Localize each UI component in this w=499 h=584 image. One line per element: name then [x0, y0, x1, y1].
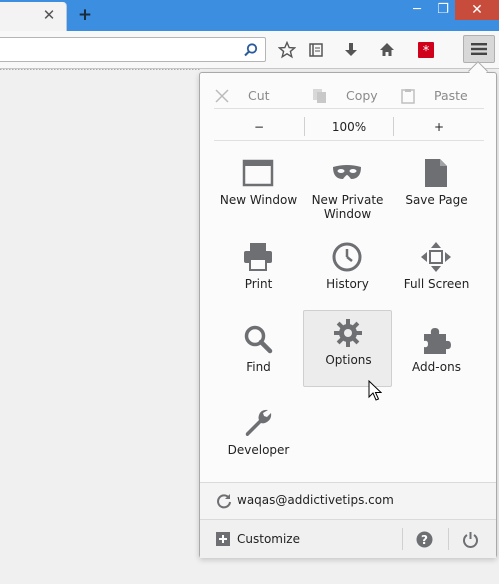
navigation-toolbar: *	[0, 31, 499, 69]
zoom-in-button[interactable]: +	[394, 114, 484, 140]
minimize-button[interactable]: ─	[404, 0, 430, 20]
printer-icon	[244, 243, 272, 271]
mask-icon	[333, 165, 361, 179]
url-bar[interactable]	[0, 37, 266, 62]
home-icon[interactable]	[376, 40, 398, 60]
maximize-button[interactable]: ❐	[430, 0, 456, 20]
tile-label: History	[326, 277, 369, 291]
zoom-reset-button[interactable]: 100%	[305, 114, 393, 140]
svg-text:*: *	[423, 44, 430, 59]
edit-controls: Cut Copy Paste	[214, 83, 484, 109]
tile-label: Save Page	[405, 193, 468, 207]
clock-icon	[332, 242, 362, 272]
new-window-button[interactable]: New Window	[214, 151, 303, 229]
clipboard-icon	[401, 88, 415, 104]
tile-label: Developer	[227, 443, 290, 457]
zoom-controls: − 100% +	[214, 113, 484, 141]
magnifier-icon	[244, 325, 273, 354]
history-button[interactable]: History	[303, 235, 392, 313]
options-button[interactable]: Options	[303, 310, 392, 387]
tile-label: Find	[246, 360, 271, 374]
customize-button[interactable]: Customize	[237, 532, 300, 546]
copy-label: Copy	[346, 88, 378, 103]
panel-footer: Customize ?	[200, 520, 496, 558]
sync-icon	[217, 494, 231, 509]
full-screen-button[interactable]: Full Screen	[392, 235, 481, 313]
add-ons-button[interactable]: Add-ons	[392, 318, 481, 396]
new-tab-button[interactable]: +	[75, 5, 95, 25]
downloads-icon[interactable]	[340, 40, 362, 60]
open-menu-button[interactable]	[463, 35, 495, 63]
close-window-button[interactable]: ✕	[455, 0, 499, 20]
paste-button[interactable]: Paste	[400, 83, 468, 108]
toolbar-separator	[0, 69, 200, 72]
wrench-icon	[245, 409, 272, 436]
developer-button[interactable]: Developer	[214, 401, 303, 479]
tile-label: New Window	[219, 193, 298, 207]
tab-strip: ✕ + ─ ❐ ✕	[0, 0, 499, 31]
cut-label: Cut	[248, 88, 270, 103]
help-icon[interactable]: ?	[416, 531, 433, 548]
bookmarks-menu-icon[interactable]	[305, 40, 327, 60]
zoom-out-button[interactable]: −	[214, 114, 304, 140]
copy-button[interactable]: Copy	[312, 83, 378, 108]
find-button[interactable]: Find	[214, 318, 303, 396]
scissors-icon	[215, 88, 229, 103]
tile-label: Add-ons	[412, 360, 461, 374]
copy-icon	[313, 88, 326, 103]
tile-label: New Private Window	[311, 193, 384, 221]
tab-close-icon[interactable]: ✕	[41, 7, 57, 23]
footer-divider	[402, 528, 403, 550]
menu-panel: Cut Copy Paste − 100% + New Window New P…	[199, 72, 497, 558]
new-private-window-button[interactable]: New Private Window	[303, 151, 392, 229]
mouse-cursor-icon	[368, 380, 382, 401]
url-input[interactable]	[0, 38, 237, 61]
puzzle-icon	[424, 328, 451, 354]
gear-icon	[334, 319, 362, 347]
fullscreen-icon	[421, 242, 451, 272]
save-page-button[interactable]: Save Page	[392, 151, 481, 229]
lastpass-icon[interactable]: *	[415, 40, 437, 60]
print-button[interactable]: Print	[214, 235, 303, 313]
sync-account-label: waqas@addictivetips.com	[237, 493, 394, 507]
sync-account-row[interactable]: waqas@addictivetips.com	[200, 483, 496, 519]
svg-text:?: ?	[421, 533, 428, 547]
tile-label: Full Screen	[403, 277, 470, 291]
cut-button[interactable]: Cut	[214, 83, 270, 108]
bookmark-star-icon[interactable]	[276, 40, 298, 60]
tile-label: Print	[244, 277, 273, 291]
hamburger-icon	[471, 43, 487, 55]
browser-tab[interactable]: ✕	[0, 2, 67, 31]
new-window-icon	[242, 159, 274, 187]
footer-divider	[448, 528, 449, 550]
customize-plus-icon	[216, 532, 230, 546]
search-icon[interactable]	[243, 42, 259, 58]
page-icon	[425, 159, 447, 187]
tile-label: Options	[325, 353, 372, 367]
paste-label: Paste	[434, 88, 468, 103]
power-icon[interactable]	[462, 531, 479, 548]
